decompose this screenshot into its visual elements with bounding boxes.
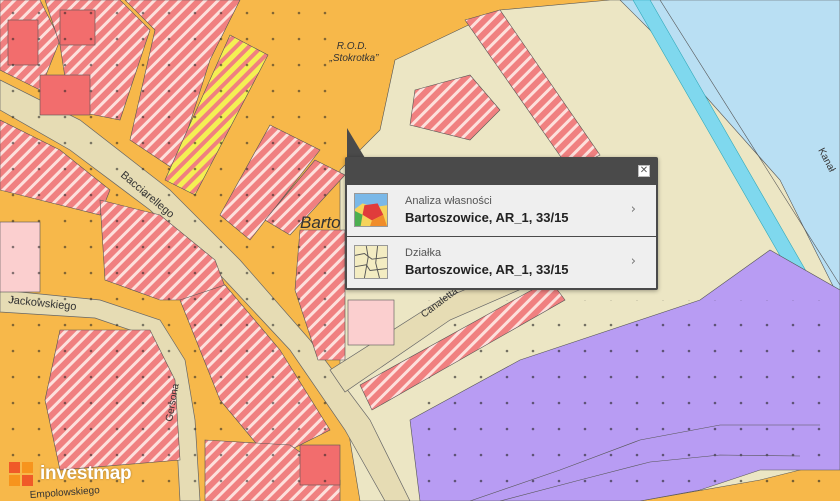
pink-parcel-centre <box>347 299 395 346</box>
ownership-analysis-icon <box>354 193 388 227</box>
investmap-logo-icon <box>9 462 33 486</box>
label-bartoszowice: Barto <box>300 213 341 232</box>
label-stokrotka: „Stokrotka” <box>329 53 380 64</box>
chevron-right-icon: › <box>630 254 636 269</box>
dot-grid-west <box>0 0 340 501</box>
popup-item-parcel[interactable]: Działka Bartoszowice, AR_1, 33/15 › <box>347 237 656 288</box>
popup-item-category: Analiza własności <box>405 195 492 207</box>
close-icon[interactable]: ✕ <box>638 165 650 177</box>
popup-item-category: Działka <box>405 247 442 259</box>
popup-pointer <box>347 128 365 158</box>
investmap-logo: investmap <box>8 459 132 489</box>
parcel-icon <box>354 245 388 279</box>
label-rod: R.O.D. <box>337 41 368 52</box>
chevron-right-icon: › <box>630 202 636 217</box>
feature-info-popup: ✕ Analiza własności Bartoszowice, AR_1, … <box>345 157 658 290</box>
popup-item-ownership-analysis[interactable]: Analiza własności Bartoszowice, AR_1, 33… <box>347 185 656 236</box>
logo-text: investmap <box>40 463 132 484</box>
popup-item-value: Bartoszowice, AR_1, 33/15 <box>405 210 569 225</box>
popup-item-value: Bartoszowice, AR_1, 33/15 <box>405 262 569 277</box>
